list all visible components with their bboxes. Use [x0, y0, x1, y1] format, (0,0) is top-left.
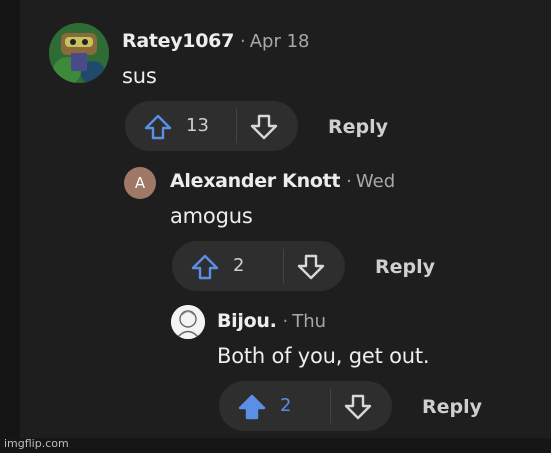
avatar-letter: A: [134, 174, 146, 192]
bottom-frame: [0, 438, 551, 453]
vote-pill: 13: [125, 101, 298, 151]
vote-count: 2: [233, 255, 245, 276]
watermark: imgflip.com: [4, 437, 69, 450]
reply-button[interactable]: Reply: [328, 116, 388, 138]
comment-body: amogus: [170, 204, 253, 228]
downvote-button[interactable]: [249, 113, 279, 141]
arrow-down-icon: [250, 114, 278, 140]
separator-dot: ·: [240, 31, 246, 52]
downvote-button[interactable]: [343, 393, 373, 421]
comment-meta: Bijou. · Thu: [217, 310, 326, 332]
vote-divider: [330, 389, 331, 423]
downvote-button[interactable]: [296, 253, 326, 281]
separator-dot: ·: [346, 171, 352, 192]
upvote-button[interactable]: [237, 393, 267, 421]
comment-body: sus: [122, 64, 157, 88]
comment-date: Apr 18: [249, 31, 310, 52]
separator-dot: ·: [282, 311, 289, 332]
arrow-down-icon: [297, 254, 325, 280]
reply-button[interactable]: Reply: [375, 256, 435, 278]
avatar-image: [49, 23, 109, 83]
arrow-up-icon: [191, 254, 219, 280]
avatar[interactable]: [171, 305, 205, 339]
avatar[interactable]: A: [124, 167, 156, 199]
vote-count: 2: [280, 395, 292, 416]
reply-button[interactable]: Reply: [422, 396, 482, 418]
comment-meta: Ratey1067 · Apr 18: [122, 30, 310, 52]
upvote-button[interactable]: [143, 113, 173, 141]
comment-date: Wed: [355, 171, 396, 192]
comment-meta: Alexander Knott · Wed: [170, 170, 395, 192]
vote-pill: 2: [219, 381, 392, 431]
username[interactable]: Alexander Knott: [170, 170, 340, 192]
arrow-up-icon: [144, 114, 172, 140]
comment-body: Both of you, get out.: [217, 344, 430, 368]
vote-divider: [236, 109, 237, 143]
upvote-button[interactable]: [190, 253, 220, 281]
username[interactable]: Bijou.: [217, 310, 277, 332]
left-edge-strip: [0, 0, 20, 453]
vote-count: 13: [186, 115, 209, 136]
comment-date: Thu: [292, 311, 327, 332]
username[interactable]: Ratey1067: [122, 30, 234, 52]
vote-pill: 2: [172, 241, 345, 291]
avatar[interactable]: [49, 23, 109, 83]
arrow-up-icon: [238, 394, 266, 420]
avatar-image: [171, 305, 205, 339]
arrow-down-icon: [344, 394, 372, 420]
vote-divider: [283, 249, 284, 283]
